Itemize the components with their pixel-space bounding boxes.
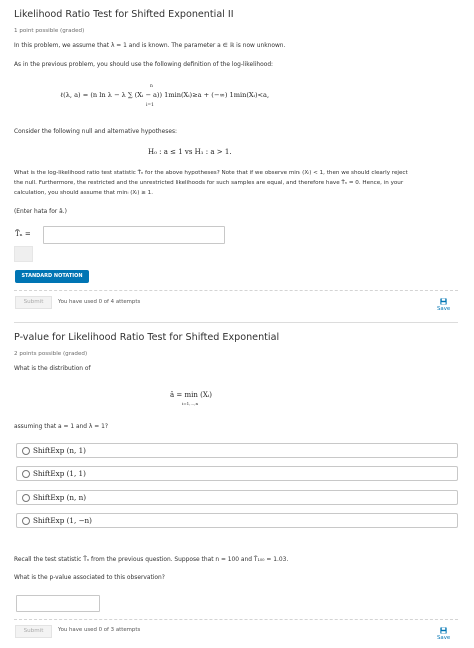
option-shiftexp-n-1[interactable]: ShiftExp (n, 1) (16, 443, 458, 458)
radio-button[interactable] (22, 493, 30, 502)
option-shiftexp-n-n[interactable]: ShiftExp (n, n) (16, 490, 458, 505)
formula-sum-top: n (150, 84, 153, 89)
problem2-points: 2 points possible (graded) (14, 351, 88, 357)
tn-answer-input[interactable] (43, 226, 225, 244)
save-icon (440, 627, 447, 634)
problem1-instruction: As in the previous problem, you should u… (14, 62, 274, 68)
enter-hint: (Enter hata for â.) (14, 209, 67, 215)
radio-button[interactable] (22, 516, 30, 525)
problem1-question-line2: the null. Furthermore, the restricted an… (14, 180, 404, 186)
hypotheses: H₀ : a ≤ 1 vs H₁ : a > 1. (148, 148, 232, 156)
attempts-text: You have used 0 of 3 attempts (58, 627, 141, 633)
submit-button[interactable]: Submit (15, 296, 52, 309)
submit-button[interactable]: Submit (15, 625, 52, 638)
problem1-intro: In this problem, we assume that λ = 1 an… (14, 43, 286, 49)
pvalue-answer-input[interactable] (16, 595, 100, 612)
problem1-points: 1 point possible (graded) (14, 28, 85, 34)
estimator-subscript: i=1,...,n (182, 401, 199, 406)
problem2-question: What is the distribution of (14, 366, 91, 372)
option-label: ShiftExp (n, 1) (33, 446, 86, 455)
recall-text: Recall the test statistic T̃ₙ from the p… (14, 557, 289, 563)
assuming-text: assuming that a = 1 and λ = 1? (14, 424, 108, 430)
save-button[interactable]: Save (434, 627, 454, 643)
standard-notation-button[interactable]: STANDARD NOTATION (15, 270, 89, 283)
option-label: ShiftExp (n, n) (33, 493, 87, 502)
attempts-text: You have used 0 of 4 attempts (58, 299, 141, 305)
log-likelihood-formula: ℓ(λ, a) = (n ln λ − λ ∑ (Xᵢ − a)) 1min(X… (60, 84, 420, 108)
option-label: ShiftExp (1, 1) (33, 469, 86, 478)
estimator-text: â = min (Xᵢ) (170, 391, 212, 399)
save-label: Save (437, 306, 451, 312)
problem2-title: P-value for Likelihood Ratio Test for Sh… (14, 332, 280, 343)
save-icon (440, 298, 447, 305)
save-button[interactable]: Save (434, 298, 454, 314)
option-shiftexp-1-minus-n[interactable]: ShiftExp (1, −n) (16, 513, 458, 528)
formula-text: ℓ(λ, a) = (n ln λ − λ ∑ (Xᵢ − a)) 1min(X… (60, 91, 270, 99)
section-divider (14, 322, 458, 323)
answer-label: T̃ₙ = (15, 230, 31, 238)
formula-sum-bottom: i=1 (146, 103, 154, 108)
option-shiftexp-1-1[interactable]: ShiftExp (1, 1) (16, 466, 458, 481)
problem1-consider: Consider the following null and alternat… (14, 129, 178, 135)
pvalue-question: What is the p-value associated to this o… (14, 575, 165, 581)
divider (14, 619, 458, 620)
problem1-question-line1: What is the log-likelihood ratio test st… (14, 170, 408, 176)
problem1-question-line3: calculation, you should assume that minᵢ… (14, 190, 154, 196)
estimator-formula: â = min (Xᵢ) i=1,...,n (170, 390, 290, 412)
preview-box (14, 246, 33, 262)
radio-button[interactable] (22, 446, 30, 455)
option-label: ShiftExp (1, −n) (33, 516, 92, 525)
problem1-title: Likelihood Ratio Test for Shifted Expone… (14, 9, 234, 20)
divider (14, 290, 458, 291)
save-label: Save (437, 635, 451, 641)
radio-button[interactable] (22, 469, 30, 478)
